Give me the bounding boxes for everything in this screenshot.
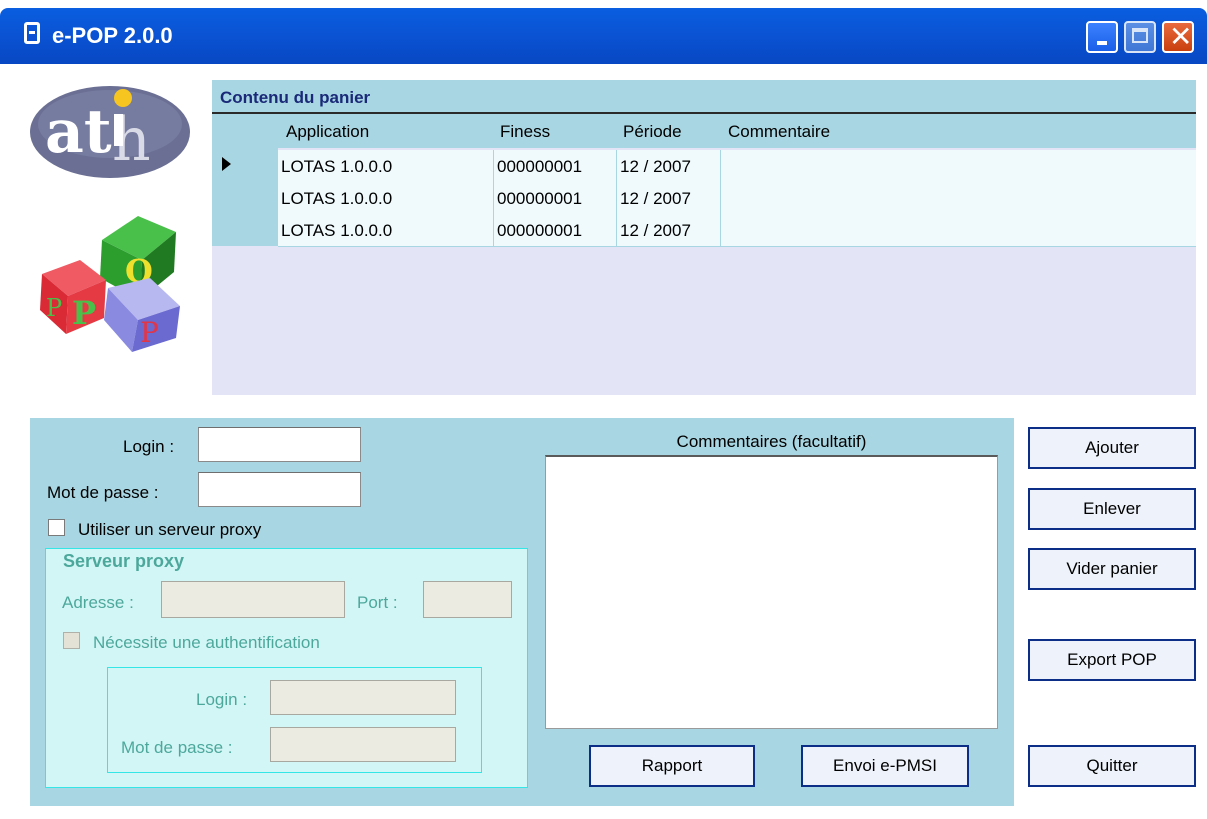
svg-text:P: P — [140, 316, 159, 349]
use-proxy-checkbox[interactable] — [48, 519, 65, 536]
cell-application[interactable]: LOTAS 1.0.0.0 — [278, 182, 494, 214]
proxy-group-legend: Serveur proxy — [60, 551, 188, 572]
vider-panier-button[interactable]: Vider panier — [1028, 548, 1196, 590]
proxy-password-input[interactable] — [270, 727, 456, 762]
app-icon — [24, 22, 40, 44]
rapport-button[interactable]: Rapport — [589, 745, 755, 787]
current-row-pointer-icon — [222, 157, 231, 171]
use-proxy-label[interactable]: Utiliser un serveur proxy — [78, 520, 261, 540]
title-bar[interactable] — [0, 8, 1207, 64]
cell-finess[interactable]: 000000001 — [494, 214, 617, 246]
cell-periode[interactable]: 12 / 2007 — [617, 214, 721, 246]
proxy-auth-label[interactable]: Nécessite une authentification — [93, 633, 320, 653]
column-header-commentaire[interactable]: Commentaire — [728, 122, 830, 142]
svg-text:P: P — [46, 294, 62, 322]
column-header-periode[interactable]: Période — [623, 122, 682, 142]
enlever-button[interactable]: Enlever — [1028, 488, 1196, 530]
proxy-login-label: Login : — [196, 690, 248, 709]
column-header-application[interactable]: Application — [286, 122, 369, 142]
envoi-epmsi-button[interactable]: Envoi e-PMSI — [801, 745, 969, 787]
comments-textarea[interactable] — [545, 455, 998, 729]
minimize-button[interactable] — [1086, 21, 1118, 53]
proxy-port-label: Port : — [357, 593, 398, 612]
atih-logo: at h — [30, 86, 190, 178]
maximize-button[interactable] — [1124, 21, 1156, 53]
comments-label: Commentaires (facultatif) — [676, 432, 867, 451]
proxy-auth-checkbox[interactable] — [63, 632, 80, 649]
cart-title: Contenu du panier — [220, 88, 371, 107]
export-pop-button[interactable]: Export POP — [1028, 639, 1196, 681]
table-row[interactable]: LOTAS 1.0.0.0 000000001 12 / 2007 — [278, 214, 1196, 247]
cell-finess[interactable]: 000000001 — [494, 182, 617, 214]
cell-finess[interactable]: 000000001 — [494, 150, 617, 182]
proxy-address-input[interactable] — [161, 581, 345, 618]
proxy-password-label: Mot de passe : — [121, 738, 233, 757]
proxy-port-input[interactable] — [423, 581, 512, 618]
quitter-button[interactable]: Quitter — [1028, 745, 1196, 787]
column-header-finess[interactable]: Finess — [500, 122, 550, 142]
password-input[interactable] — [198, 472, 361, 507]
maximize-icon — [1132, 28, 1148, 43]
cell-periode[interactable]: 12 / 2007 — [617, 150, 721, 182]
cell-periode[interactable]: 12 / 2007 — [617, 182, 721, 214]
cell-commentaire[interactable] — [721, 182, 1196, 214]
cell-commentaire[interactable] — [721, 150, 1196, 182]
window-title: e-POP 2.0.0 — [52, 23, 173, 48]
password-label: Mot de passe : — [47, 483, 159, 502]
pop-cubes-logo: O P P P — [40, 216, 180, 352]
minimize-icon — [1097, 41, 1107, 45]
close-icon: ✕ — [1169, 20, 1193, 53]
cell-commentaire[interactable] — [721, 214, 1196, 246]
table-row[interactable]: LOTAS 1.0.0.0 000000001 12 / 2007 — [278, 182, 1196, 215]
login-input[interactable] — [198, 427, 361, 462]
proxy-login-input[interactable] — [270, 680, 456, 715]
ajouter-button[interactable]: Ajouter — [1028, 427, 1196, 469]
close-button[interactable]: ✕ — [1162, 20, 1194, 53]
svg-text:P: P — [72, 294, 96, 332]
login-label: Login : — [123, 437, 175, 456]
cell-application[interactable]: LOTAS 1.0.0.0 — [278, 150, 494, 182]
cell-application[interactable]: LOTAS 1.0.0.0 — [278, 214, 494, 246]
table-row[interactable]: LOTAS 1.0.0.0 000000001 12 / 2007 — [278, 150, 1196, 183]
proxy-address-label: Adresse : — [62, 593, 134, 612]
svg-text:at: at — [45, 97, 112, 167]
